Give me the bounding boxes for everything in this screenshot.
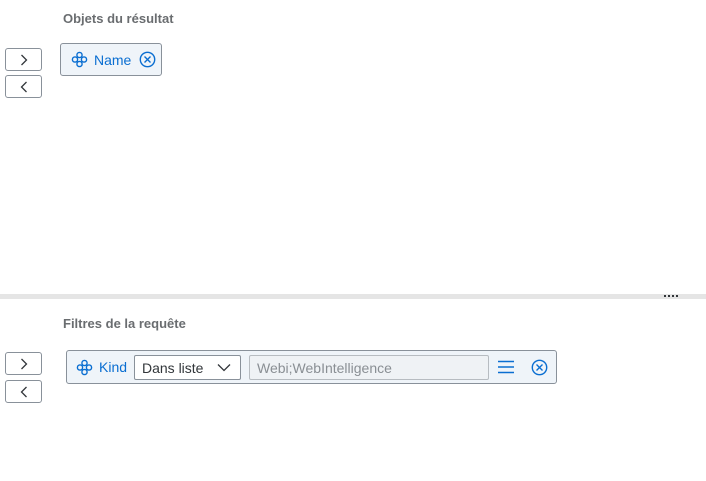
filter-value-input[interactable]: [249, 355, 489, 380]
chevron-down-icon: [217, 363, 231, 372]
result-object-token-name[interactable]: Name: [60, 43, 162, 76]
chevron-right-icon: [20, 358, 27, 369]
filter-operator-value: Dans liste: [142, 359, 204, 376]
add-filter-button[interactable]: [5, 352, 42, 375]
section-splitter[interactable]: [0, 294, 706, 299]
dimension-icon: [71, 51, 88, 68]
remove-result-object-button[interactable]: [5, 75, 42, 98]
dimension-icon: [76, 359, 93, 376]
remove-filter-button[interactable]: [5, 380, 42, 403]
list-menu-icon[interactable]: [497, 359, 515, 375]
query-filters-title: Filtres de la requête: [63, 316, 186, 331]
filter-operator-select[interactable]: Dans liste: [134, 355, 241, 380]
add-result-object-button[interactable]: [5, 48, 42, 71]
remove-circle-icon[interactable]: [531, 359, 548, 376]
splitter-grip-icon[interactable]: [664, 295, 678, 298]
remove-circle-icon[interactable]: [139, 51, 156, 68]
chevron-left-icon: [20, 81, 27, 92]
filter-object-label: Kind: [99, 359, 128, 375]
chevron-left-icon: [20, 386, 27, 397]
result-object-label: Name: [94, 51, 132, 68]
result-objects-title: Objets du résultat: [63, 11, 174, 26]
chevron-right-icon: [20, 54, 27, 65]
